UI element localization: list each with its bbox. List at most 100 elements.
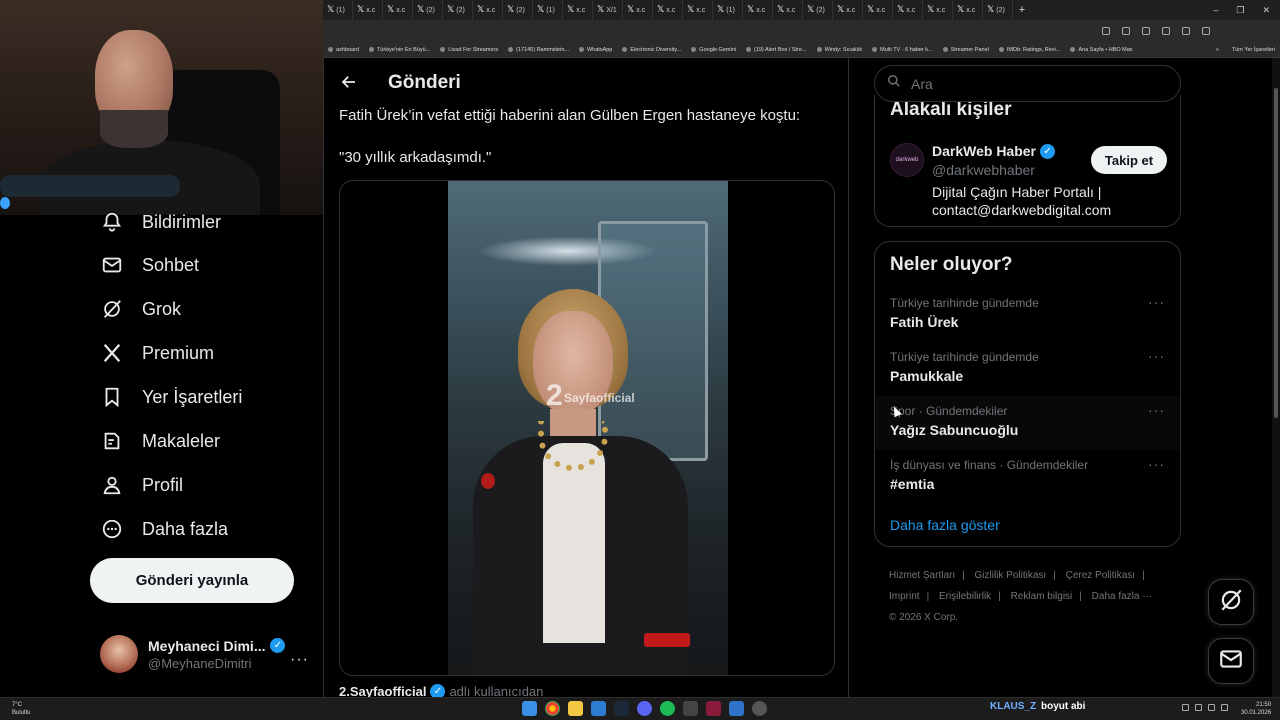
bookmark-item[interactable]: Ana Sayfa • HBO Max — [1065, 47, 1137, 53]
browser-tab[interactable]: 𝕏x.c — [563, 0, 593, 20]
footer-link[interactable]: Erişilebilirlik — [939, 591, 991, 602]
maximize-icon[interactable]: ❐ — [1236, 5, 1244, 16]
spotify-icon[interactable] — [660, 701, 675, 716]
account-switcher[interactable]: Meyhaneci Dimi... ✓ @MeyhaneDimitri — [100, 635, 286, 673]
app-icon[interactable] — [752, 701, 767, 716]
footer-link[interactable]: Reklam bilgisi — [1011, 591, 1073, 602]
nav-item-grok[interactable]: Grok — [100, 294, 181, 324]
edge-icon[interactable] — [591, 701, 606, 716]
minimize-icon[interactable]: – — [1213, 5, 1218, 16]
more-icon[interactable]: ··· — [1148, 294, 1165, 310]
browser-tab[interactable]: 𝕏 (2) — [803, 0, 833, 20]
browser-tab[interactable]: 𝕏 (2) — [983, 0, 1013, 20]
browser-tab[interactable]: 𝕏x.c — [923, 0, 953, 20]
bookmark-item[interactable]: (17145) Rammstein... — [503, 47, 574, 53]
menu-icon[interactable] — [1202, 27, 1210, 35]
messages-fab[interactable] — [1208, 638, 1254, 684]
video-player[interactable]: 2 Sayfaofficial — [448, 181, 728, 675]
bookmark-item[interactable]: Streamer Panel — [938, 47, 994, 53]
browser-tab[interactable]: 𝕏 (1) — [323, 0, 353, 20]
scrollbar-thumb[interactable] — [1274, 88, 1278, 418]
browser-tab[interactable]: 𝕏 X/1 — [593, 0, 623, 20]
obs-icon[interactable] — [683, 701, 698, 716]
trend-item[interactable]: Türkiye tarihinde gündemde Pamukkale ··· — [875, 342, 1180, 396]
tray-icon[interactable] — [1182, 704, 1189, 711]
folder-icon[interactable] — [568, 701, 583, 716]
bookmark-item[interactable]: Google Gemini — [686, 47, 741, 53]
browser-tab[interactable]: 𝕏x.c — [863, 0, 893, 20]
all-bookmarks-folder[interactable]: Tüm Yer İşaretleri — [1227, 47, 1280, 53]
nav-item-profile[interactable]: Profil — [100, 470, 183, 500]
cast-icon[interactable] — [1122, 27, 1130, 35]
chrome-icon[interactable] — [545, 701, 560, 716]
footer-link[interactable]: Daha fazla ··· — [1092, 591, 1153, 602]
nav-item-articles[interactable]: Makaleler — [100, 426, 220, 456]
trend-item[interactable]: Spor · Gündemdekiler Yağız Sabuncuoğlu ·… — [875, 396, 1180, 450]
browser-tab[interactable]: 𝕏x.c — [833, 0, 863, 20]
bookmark-item[interactable]: IMDb: Ratings, Revi... — [994, 47, 1066, 53]
app-icon[interactable] — [706, 701, 721, 716]
source-name[interactable]: 2.Sayfaofficial — [339, 684, 426, 697]
footer-link[interactable]: Çerez Politikası — [1066, 570, 1135, 581]
browser-tab[interactable]: 𝕏x.c — [953, 0, 983, 20]
nav-item-chat[interactable]: Sohbet — [100, 250, 199, 280]
browser-tab[interactable]: 𝕏x.c — [683, 0, 713, 20]
browser-tab[interactable]: 𝕏x.c — [893, 0, 923, 20]
post-button[interactable]: Gönderi yayınla — [90, 558, 294, 603]
nav-item-notifications[interactable]: Bildirimler — [100, 207, 221, 237]
nav-item-bookmarks[interactable]: Yer İşaretleri — [100, 382, 242, 412]
trend-item[interactable]: Türkiye tarihinde gündemde Fatih Ürek ··… — [875, 288, 1180, 342]
tray-icon[interactable] — [1208, 704, 1215, 711]
browser-tab[interactable]: 𝕏 (1) — [533, 0, 563, 20]
app-icon[interactable] — [729, 701, 744, 716]
nav-item-more[interactable]: Daha fazla — [100, 514, 228, 544]
back-arrow-icon[interactable] — [338, 71, 360, 93]
follow-button[interactable]: Takip et — [1091, 146, 1167, 174]
extensions-icon[interactable] — [1162, 27, 1170, 35]
bookmark-item[interactable]: (19) Alert Box / Stre... — [741, 47, 812, 53]
browser-tab[interactable]: 𝕏 (2) — [413, 0, 443, 20]
grok-fab[interactable] — [1208, 579, 1254, 625]
more-icon[interactable]: ··· — [1148, 348, 1165, 364]
trend-item[interactable]: İş dünyası ve finans · Gündemdekiler #em… — [875, 450, 1180, 504]
browser-tab[interactable]: 𝕏x.c — [353, 0, 383, 20]
page-scrollbar[interactable] — [1272, 58, 1280, 697]
bookmark-item[interactable]: Türkiye'nin En Büyü... — [364, 47, 435, 53]
more-icon[interactable]: ··· — [1148, 456, 1165, 472]
new-tab-button[interactable]: + — [1013, 4, 1031, 16]
close-icon[interactable]: ✕ — [1262, 5, 1270, 16]
footer-link[interactable]: Gizlilik Politikası — [975, 570, 1047, 581]
more-icon[interactable]: ··· — [1148, 402, 1165, 418]
discord-icon[interactable] — [637, 701, 652, 716]
bookmarks-overflow[interactable]: » — [1216, 47, 1227, 53]
post-media[interactable]: 2 Sayfaofficial — [339, 180, 835, 676]
relevant-name-row[interactable]: DarkWeb Haber ✓ — [932, 143, 1056, 159]
star-icon[interactable] — [1142, 27, 1150, 35]
steam-icon[interactable] — [614, 701, 629, 716]
avatar[interactable]: darkweb — [890, 143, 924, 177]
nav-item-premium[interactable]: Premium — [100, 338, 214, 368]
browser-tab[interactable]: 𝕏 (1) — [713, 0, 743, 20]
weather-widget[interactable]: 7°C Bulutlu — [12, 701, 30, 717]
browser-tab[interactable]: 𝕏x.c — [623, 0, 653, 20]
bookmark-item[interactable]: Windy: Sıcaklık — [812, 47, 868, 53]
browser-tab[interactable]: 𝕏x.c — [383, 0, 413, 20]
browser-tab[interactable]: 𝕏x.c — [773, 0, 803, 20]
zoom-icon[interactable] — [1102, 27, 1110, 35]
bookmark-item[interactable]: Livad For Streamers — [435, 47, 503, 53]
search-input[interactable] — [911, 75, 1151, 92]
account-more-icon[interactable]: ··· — [290, 651, 309, 669]
browser-tab[interactable]: 𝕏x.c — [473, 0, 503, 20]
browser-tab[interactable]: 𝕏x.c — [743, 0, 773, 20]
tray-icon[interactable] — [1221, 704, 1228, 711]
profile-icon[interactable] — [1182, 27, 1190, 35]
show-more-link[interactable]: Daha fazla göster — [890, 517, 1000, 533]
bookmark-item[interactable]: WhatsApp — [574, 47, 617, 53]
tray-icon[interactable] — [1195, 704, 1202, 711]
search-box[interactable] — [874, 65, 1181, 102]
taskbar-clock[interactable]: 21:50 30.01.2026 — [1241, 701, 1271, 717]
browser-tab[interactable]: 𝕏 (2) — [503, 0, 533, 20]
footer-link[interactable]: Imprint — [889, 591, 920, 602]
bookmark-item[interactable]: Multi TV - 6 haber k... — [867, 47, 937, 53]
start-icon[interactable] — [522, 701, 537, 716]
